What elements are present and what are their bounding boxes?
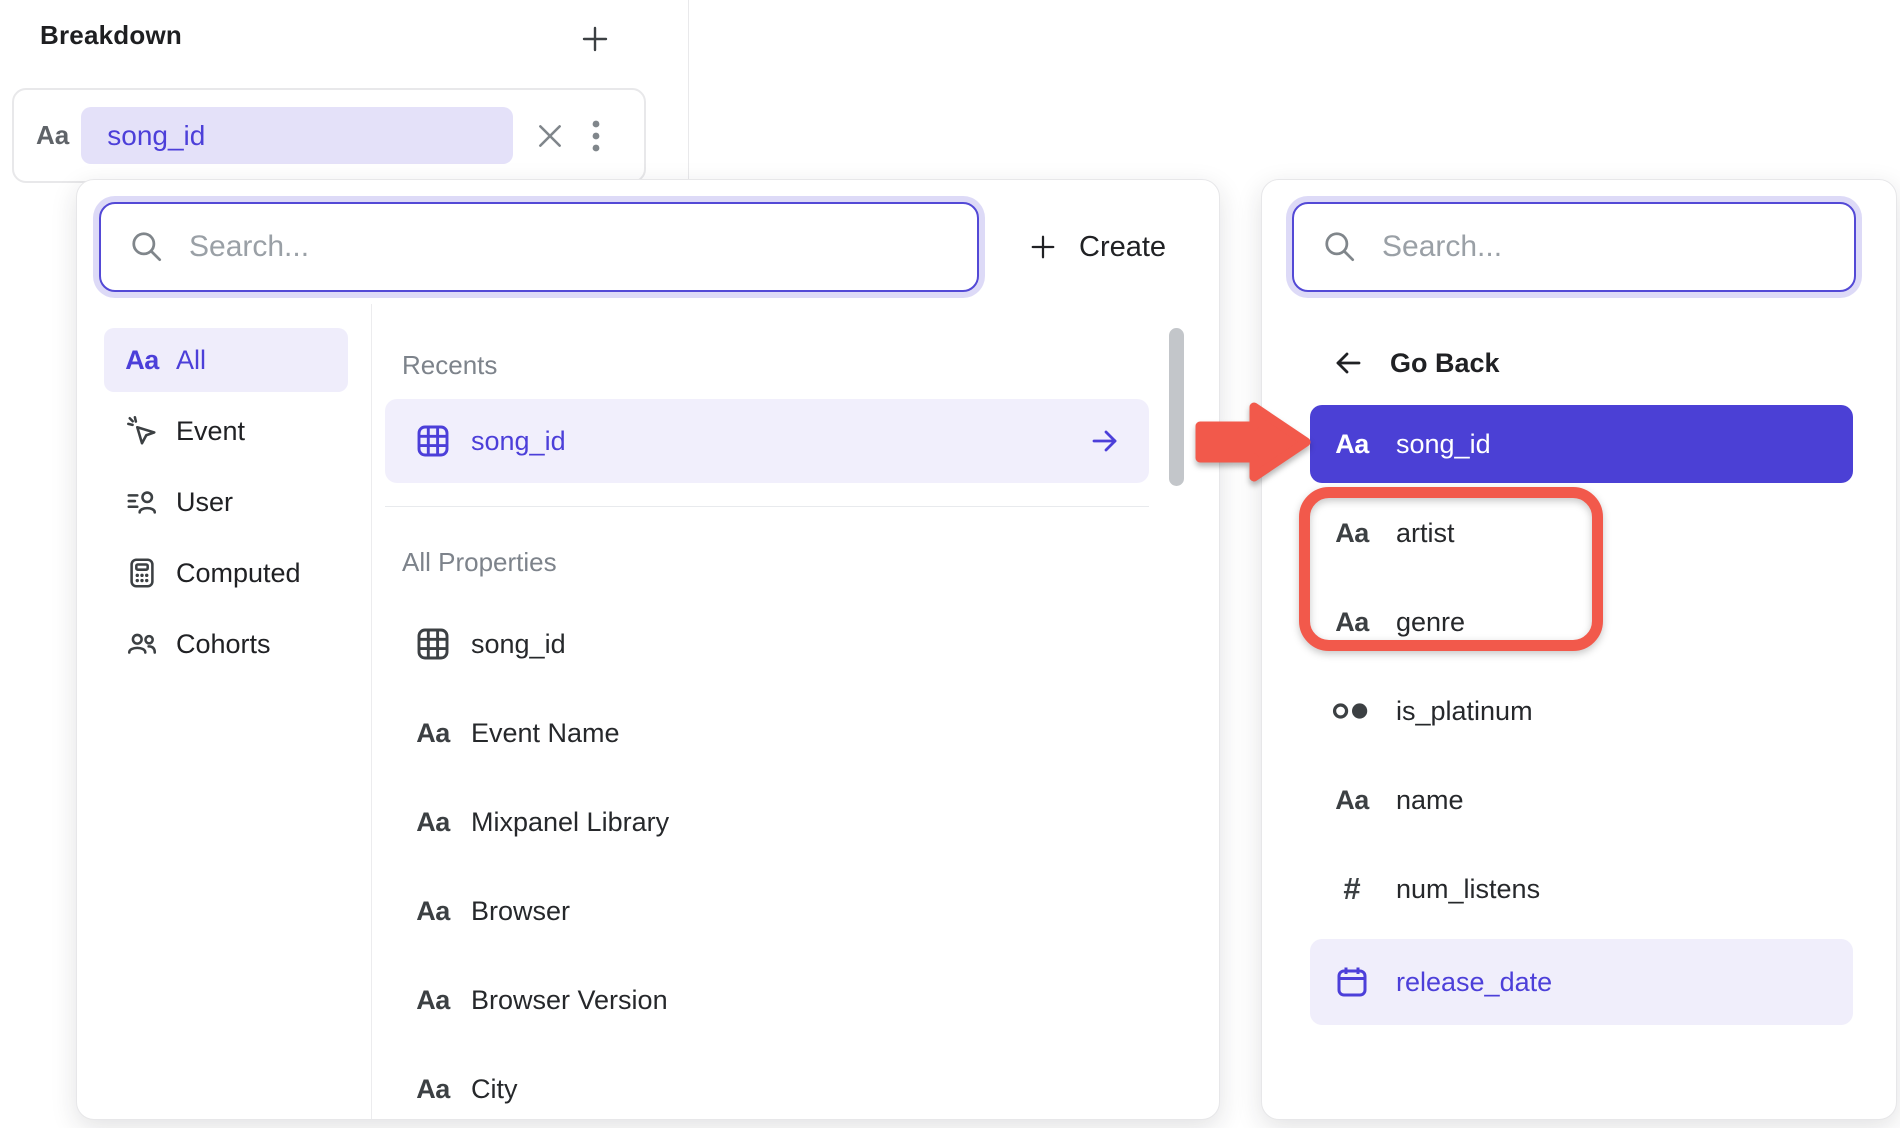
computed-icon [122,556,162,590]
scrollbar-thumb[interactable] [1169,328,1184,486]
drill-item-genre[interactable]: Aagenre [1310,583,1853,661]
recents-section-label: Recents [402,350,497,381]
item-label: song_id [471,426,566,457]
property-item-event-name[interactable]: Aa Event Name [385,691,1149,775]
item-label: genre [1396,607,1465,638]
item-label: Event [176,416,245,447]
text-type-icon: Aa [413,896,453,927]
kebab-menu-icon[interactable] [591,118,601,154]
arrow-left-icon [1328,347,1368,379]
cohorts-icon [122,627,162,661]
event-icon [122,414,162,448]
category-user[interactable]: User [104,470,348,534]
property-item-mixpanel-library[interactable]: Aa Mixpanel Library [385,780,1149,864]
panel-edge-divider [688,0,689,182]
search-input[interactable] [1380,229,1828,265]
breakdown-chip-song-id[interactable]: Aa song_id [12,88,646,183]
text-type-icon: Aa [1332,607,1372,638]
property-category-sidebar: Aa All Event User Computed Cohorts [104,328,348,683]
item-label: All [176,345,206,376]
text-type-icon: Aa [413,807,453,838]
item-label: song_id [1396,429,1491,460]
property-drill-list: Aasong_idAaartistAagenreis_platinumAanam… [1310,405,1853,1025]
item-label: artist [1396,518,1455,549]
search-icon [1320,229,1360,265]
category-computed[interactable]: Computed [104,541,348,605]
item-label: Event Name [471,718,620,749]
search-icon [127,229,167,265]
drill-item-num_listens[interactable]: # num_listens [1310,850,1853,928]
text-type-icon: Aa [1332,429,1372,460]
text-type-icon: Aa [1332,785,1372,816]
recent-item-song_id[interactable]: song_id [385,399,1149,483]
property-values-panel: Go Back Aasong_idAaartistAagenreis_plati… [1261,179,1897,1120]
search-input[interactable] [187,229,951,265]
property-item-browser[interactable]: Aa Browser [385,869,1149,953]
text-type-icon: Aa [36,120,69,151]
item-label: num_listens [1396,874,1540,905]
property-item-song_id[interactable]: song_id [385,602,1149,686]
go-back-button[interactable]: Go Back [1312,332,1500,394]
all-properties-section-label: All Properties [402,547,557,578]
item-label: is_platinum [1396,696,1533,727]
category-all[interactable]: Aa All [104,328,348,392]
grid-type-icon [413,423,453,459]
close-icon[interactable] [535,121,565,151]
breakdown-chip-value[interactable]: song_id [81,107,513,164]
user-icon [122,485,162,519]
boolean-type-icon [1332,699,1372,723]
calendar-type-icon [1332,964,1372,1000]
item-label: song_id [471,629,566,660]
item-label: name [1396,785,1464,816]
property-item-browser-version[interactable]: Aa Browser Version [385,958,1149,1042]
item-label: Mixpanel Library [471,807,669,838]
item-label: Browser [471,896,570,927]
grid-type-icon [413,626,453,662]
mixpanel-breakdown-screen: Breakdown Aa song_id Create AaAllEven [0,0,1900,1128]
go-back-label: Go Back [1390,348,1500,379]
create-button-label: Create [1079,231,1166,264]
text-type-icon: Aa [413,718,453,749]
add-breakdown-button[interactable] [572,16,618,62]
sidebar-divider [371,304,372,1120]
item-label: release_date [1396,967,1552,998]
text-type-icon: Aa [413,1074,453,1105]
drill-item-is_platinum[interactable]: is_platinum [1310,672,1853,750]
arrow-right-icon [1089,425,1121,457]
breakdown-section-title: Breakdown [40,20,182,51]
property-picker-panel: Create Aa All Event User Computed Cohorts Rec… [76,179,1220,1120]
property-item-city[interactable]: Aa City [385,1047,1149,1120]
item-label: Cohorts [176,629,271,660]
drill-item-artist[interactable]: Aa artist [1310,494,1853,572]
value-search[interactable] [1292,202,1856,292]
property-search[interactable] [99,202,979,292]
section-divider [385,506,1149,507]
numeric-type-icon: # [1332,871,1372,907]
item-label: Computed [176,558,301,589]
category-event[interactable]: Event [104,399,348,463]
plus-icon [575,24,615,54]
plus-icon [1023,233,1063,261]
text-type-icon: Aa [122,345,162,376]
text-type-icon: Aa [1332,518,1372,549]
text-type-icon: Aa [413,985,453,1016]
drill-item-song_id[interactable]: Aa song_id [1310,405,1853,483]
item-label: Browser Version [471,985,668,1016]
drill-item-release_date[interactable]: release_date [1310,939,1853,1025]
item-label: City [471,1074,518,1105]
category-cohorts[interactable]: Cohorts [104,612,348,676]
drill-item-name[interactable]: Aaname [1310,761,1853,839]
item-label: User [176,487,233,518]
create-property-button[interactable]: Create [1023,202,1166,292]
